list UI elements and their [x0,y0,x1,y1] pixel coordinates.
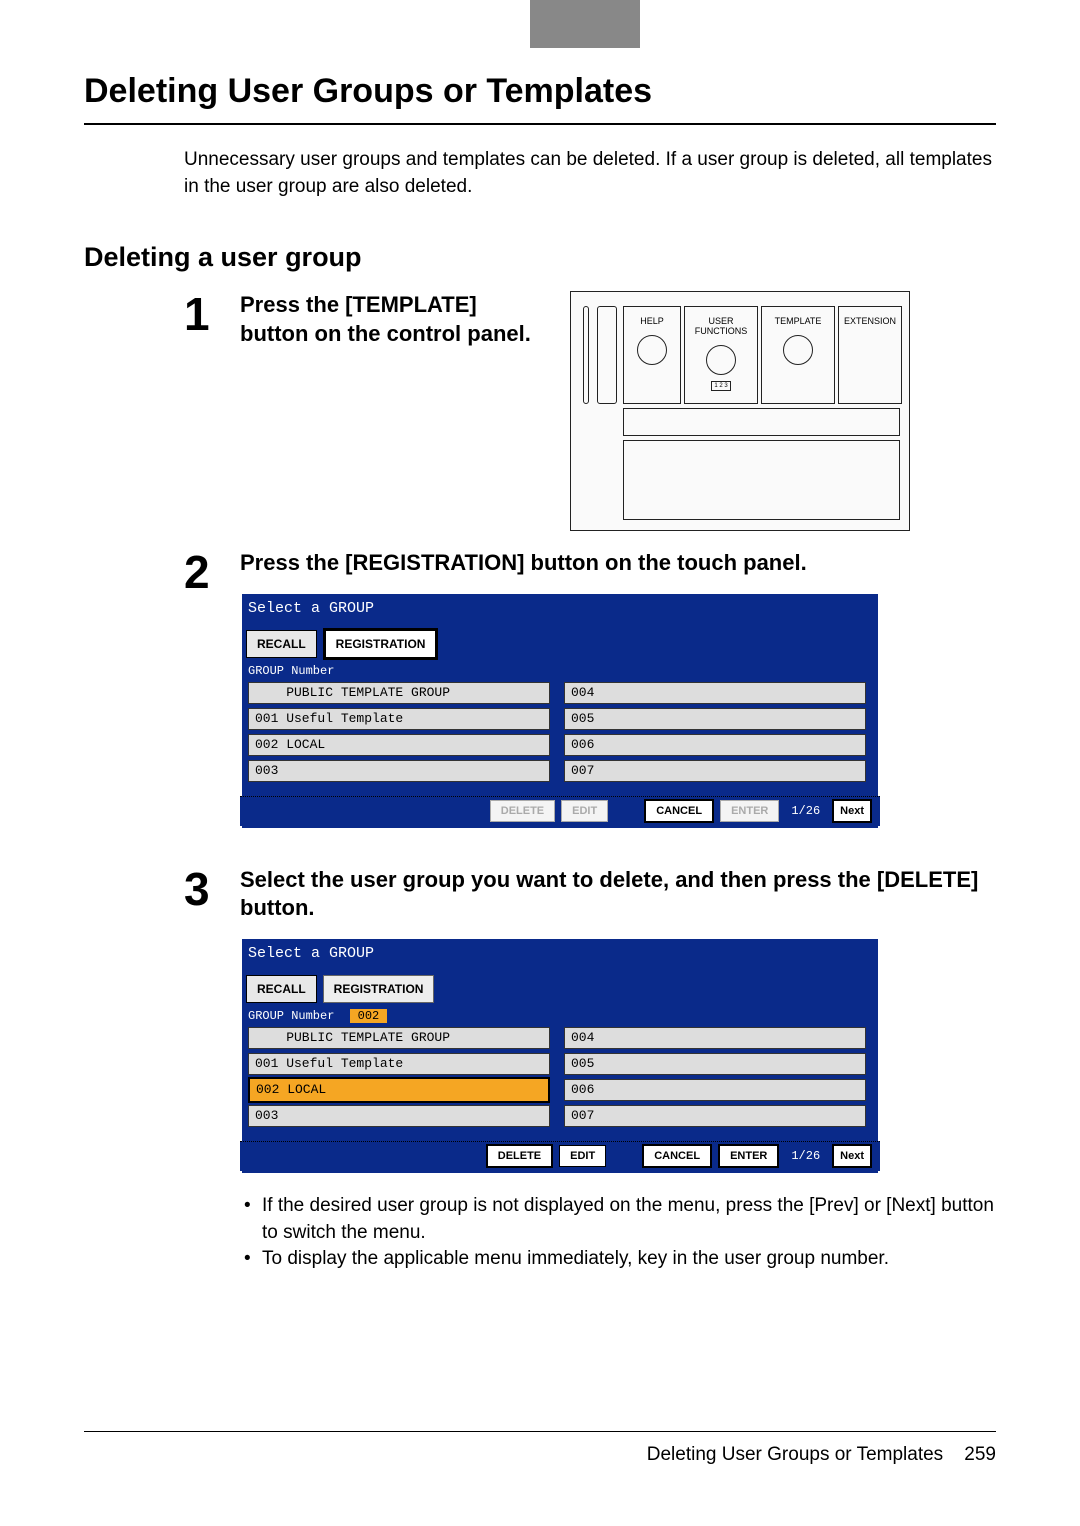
step-3: 3 Select the user group you want to dele… [184,866,996,1273]
screen-button-row: DELETE EDIT CANCEL ENTER 1/26 Next [240,1141,880,1171]
edit-button[interactable]: EDIT [559,1145,606,1167]
help-button-box: HELP [623,306,681,404]
delete-button[interactable]: DELETE [486,1144,553,1168]
next-button[interactable]: Next [832,1144,872,1168]
counter-icon: 1 2 3 [711,381,731,391]
page-indicator: 1/26 [791,804,820,818]
list-item[interactable]: 005 [564,1053,866,1075]
step-number: 2 [184,549,240,848]
list-item[interactable]: 007 [564,1105,866,1127]
list-item[interactable]: 007 [564,760,866,782]
enter-button[interactable]: ENTER [720,800,779,822]
registration-tab[interactable]: REGISTRATION [323,628,439,660]
group-list-left: PUBLIC TEMPLATE GROUP 001 Useful Templat… [248,682,550,786]
help-label: HELP [640,317,664,327]
page-footer: Deleting User Groups or Templates 259 [84,1431,996,1466]
screen-title: Select a GROUP [248,945,374,962]
list-item[interactable]: 001 Useful Template [248,1053,550,1075]
list-item[interactable]: 004 [564,682,866,704]
touch-panel-screenshot-1: Select a GROUP RECALL REGISTRATION GROUP… [240,592,880,830]
list-item[interactable]: 005 [564,708,866,730]
section-heading: Deleting a user group [84,242,996,273]
group-list-right: 004 005 006 007 [564,682,866,786]
list-item[interactable]: 003 [248,1105,550,1127]
extension-label: EXTENSION [844,317,896,327]
panel-bottom-box [623,440,900,520]
list-item[interactable]: 004 [564,1027,866,1049]
screen-title: Select a GROUP [248,600,374,617]
cancel-button[interactable]: CANCEL [642,1144,712,1168]
recall-tab[interactable]: RECALL [246,630,317,658]
template-label: TEMPLATE [775,317,822,327]
user-functions-button-icon [706,345,736,375]
list-item[interactable]: 006 [564,1079,866,1101]
list-item[interactable]: PUBLIC TEMPLATE GROUP [248,682,550,704]
tab-row: RECALL REGISTRATION [246,630,438,660]
recall-tab[interactable]: RECALL [246,975,317,1003]
list-item[interactable]: 003 [248,760,550,782]
tab-row: RECALL REGISTRATION [246,975,434,1003]
title-rule [84,123,996,125]
list-item[interactable]: 001 Useful Template [248,708,550,730]
step-3-text: Select the user group you want to delete… [240,866,996,923]
group-list-right: 004 005 006 007 [564,1027,866,1131]
chapter-tab-marker [530,0,640,48]
step-2: 2 Press the [REGISTRATION] button on the… [184,549,996,848]
group-number-label: GROUP Number 002 [248,1009,387,1023]
cancel-button[interactable]: CANCEL [644,799,714,823]
user-functions-button-box: USER FUNCTIONS 1 2 3 [684,306,758,404]
next-button[interactable]: Next [832,799,872,823]
page-title: Deleting User Groups or Templates [84,72,996,111]
step-3-notes: If the desired user group is not display… [240,1193,996,1273]
extension-button-box: EXTENSION [838,306,902,404]
panel-frame-left [583,306,589,404]
step-2-text: Press the [REGISTRATION] button on the t… [240,549,996,578]
touch-panel-screenshot-2: Select a GROUP RECALL REGISTRATION GROUP… [240,937,880,1175]
step-1-text: Press the [TEMPLATE] button on the contr… [240,291,540,348]
delete-button[interactable]: DELETE [490,800,555,822]
edit-button[interactable]: EDIT [561,800,608,822]
group-number-label: GROUP Number [248,664,334,678]
template-button-icon [783,335,813,365]
screen-button-row: DELETE EDIT CANCEL ENTER 1/26 Next [240,796,880,826]
step-number: 3 [184,866,240,1273]
intro-text: Unnecessary user groups and templates ca… [184,147,996,200]
note-item: If the desired user group is not display… [262,1193,996,1246]
list-item[interactable]: PUBLIC TEMPLATE GROUP [248,1027,550,1049]
panel-mid-box [623,408,900,436]
help-button-icon [637,335,667,365]
page-indicator: 1/26 [791,1149,820,1163]
user-functions-label: USER FUNCTIONS [695,317,748,337]
note-item: To display the applicable menu immediate… [262,1246,996,1273]
group-list-left: PUBLIC TEMPLATE GROUP 001 Useful Templat… [248,1027,550,1131]
footer-page-number: 259 [964,1444,996,1465]
enter-button[interactable]: ENTER [718,1144,779,1168]
template-button-box: TEMPLATE [761,306,835,404]
control-panel-illustration: HELP USER FUNCTIONS 1 2 3 TEMPLATE EXTEN… [570,291,910,531]
group-number-text: GROUP Number [248,1009,334,1023]
registration-tab[interactable]: REGISTRATION [323,975,435,1003]
list-item[interactable]: 006 [564,734,866,756]
list-item-selected[interactable]: 002 LOCAL [248,1077,550,1103]
step-1: 1 Press the [TEMPLATE] button on the con… [184,291,996,531]
panel-frame-left-2 [597,306,617,404]
list-item[interactable]: 002 LOCAL [248,734,550,756]
footer-title: Deleting User Groups or Templates [647,1444,943,1465]
step-number: 1 [184,291,240,531]
group-number-value: 002 [350,1009,388,1023]
page-content: Deleting User Groups or Templates Unnece… [84,72,996,1291]
